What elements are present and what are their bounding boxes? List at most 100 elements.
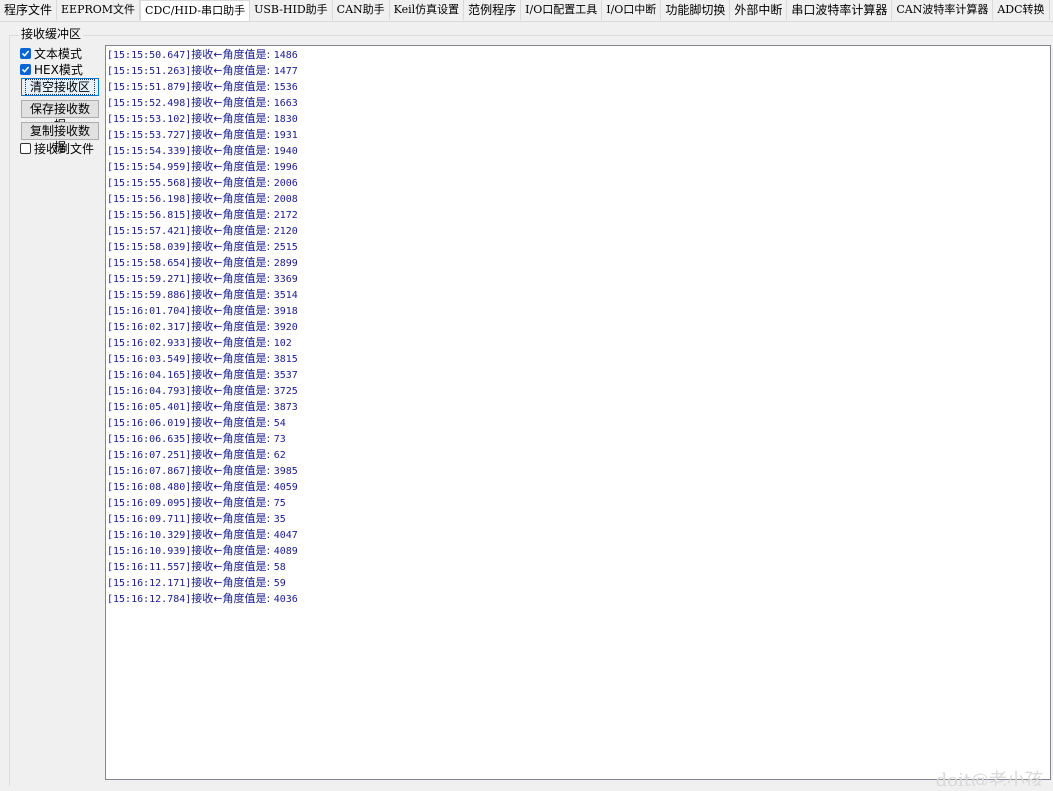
- log-timestamp: [15:16:06.019]: [107, 418, 192, 429]
- log-value: 3537: [273, 370, 298, 381]
- log-value: 62: [273, 450, 286, 461]
- log-value: 3815: [273, 354, 298, 365]
- log-line: [15:15:53.727]接收←角度值是: 1931: [107, 127, 1050, 143]
- tab-10[interactable]: 外部中断: [730, 0, 788, 20]
- log-prefix: 接收←角度值是:: [191, 96, 274, 109]
- tab-5[interactable]: Keil仿真设置: [390, 0, 465, 20]
- log-value: 4047: [273, 530, 298, 541]
- hex-mode-checkbox[interactable]: HEX模式: [20, 61, 83, 77]
- log-value: 2515: [273, 242, 298, 253]
- log-prefix: 接收←角度值是:: [191, 176, 274, 189]
- log-timestamp: [15:15:50.647]: [107, 50, 192, 61]
- log-line: [15:15:56.815]接收←角度值是: 2172: [107, 207, 1050, 223]
- log-prefix: 接收←角度值是:: [191, 128, 274, 141]
- log-prefix: 接收←角度值是:: [191, 240, 274, 253]
- log-prefix: 接收←角度值是:: [191, 208, 274, 221]
- log-timestamp: [15:15:56.198]: [107, 194, 192, 205]
- log-line: [15:15:58.039]接收←角度值是: 2515: [107, 239, 1050, 255]
- log-line: [15:16:06.635]接收←角度值是: 73: [107, 431, 1050, 447]
- log-line: [15:16:08.480]接收←角度值是: 4059: [107, 479, 1050, 495]
- log-prefix: 接收←角度值是:: [191, 192, 274, 205]
- log-timestamp: [15:15:56.815]: [107, 210, 192, 221]
- log-value: 73: [273, 434, 286, 445]
- log-prefix: 接收←角度值是:: [191, 560, 274, 573]
- copy-receive-button[interactable]: 复制接收数据: [21, 122, 99, 154]
- log-timestamp: [15:15:55.568]: [107, 178, 192, 189]
- log-value: 3369: [273, 274, 298, 285]
- log-timestamp: [15:16:12.171]: [107, 578, 192, 589]
- receive-to-file-checkbox[interactable]: 接收到文件: [20, 140, 94, 156]
- tab-3[interactable]: USB-HID助手: [250, 0, 333, 20]
- tab-0[interactable]: 程序文件: [0, 0, 58, 20]
- log-timestamp: [15:16:04.165]: [107, 370, 192, 381]
- log-line: [15:15:59.271]接收←角度值是: 3369: [107, 271, 1050, 287]
- text-mode-checkbox[interactable]: 文本模式: [20, 45, 82, 61]
- log-value: 3873: [273, 402, 298, 413]
- log-value: 2899: [273, 258, 298, 269]
- log-timestamp: [15:16:09.095]: [107, 498, 192, 509]
- log-value: 59: [273, 578, 286, 589]
- log-line: [15:16:04.793]接收←角度值是: 3725: [107, 383, 1050, 399]
- log-prefix: 接收←角度值是:: [191, 64, 274, 77]
- log-prefix: 接收←角度值是:: [191, 224, 274, 237]
- log-prefix: 接收←角度值是:: [191, 112, 274, 125]
- checkbox-checked-icon[interactable]: [20, 63, 31, 75]
- log-line: [15:16:01.704]接收←角度值是: 3918: [107, 303, 1050, 319]
- log-prefix: 接收←角度值是:: [191, 368, 274, 381]
- log-prefix: 接收←角度值是:: [191, 512, 274, 525]
- log-value: 4089: [273, 546, 298, 557]
- log-timestamp: [15:16:11.557]: [107, 562, 192, 573]
- tab-12[interactable]: CAN波特率计算器: [892, 0, 994, 20]
- log-prefix: 接收←角度值是:: [191, 448, 274, 461]
- log-line: [15:16:03.549]接收←角度值是: 3815: [107, 351, 1050, 367]
- clear-receive-label: 清空接收区: [25, 79, 96, 95]
- log-prefix: 接收←角度值是:: [191, 272, 274, 285]
- receive-text-area[interactable]: [15:15:50.647]接收←角度值是: 1486 [15:15:51.263…: [105, 45, 1051, 780]
- log-prefix: 接收←角度值是:: [191, 480, 274, 493]
- log-line: [15:15:54.959]接收←角度值是: 1996: [107, 159, 1050, 175]
- log-timestamp: [15:15:54.339]: [107, 146, 192, 157]
- log-line: [15:16:07.867]接收←角度值是: 3985: [107, 463, 1050, 479]
- bottom-edge: [0, 786, 1053, 791]
- log-prefix: 接收←角度值是:: [191, 400, 274, 413]
- tab-4[interactable]: CAN助手: [333, 0, 390, 20]
- log-timestamp: [15:16:03.549]: [107, 354, 192, 365]
- tab-7[interactable]: I/O口配置工具: [521, 0, 603, 20]
- log-timestamp: [15:15:58.039]: [107, 242, 192, 253]
- clear-receive-button[interactable]: 清空接收区: [21, 78, 99, 96]
- log-timestamp: [15:15:57.421]: [107, 226, 192, 237]
- tab-strip: 程序文件 EEPROM文件 CDC/HID-串口助手 USB-HID助手 CAN助手 Ke…: [0, 0, 1053, 22]
- log-line: [15:16:05.401]接收←角度值是: 3873: [107, 399, 1050, 415]
- log-prefix: 接收←角度值是:: [191, 416, 274, 429]
- log-prefix: 接收←角度值是:: [191, 256, 274, 269]
- checkbox-checked-icon[interactable]: [20, 47, 31, 59]
- tab-8[interactable]: I/O口中断: [602, 0, 662, 20]
- log-value: 1940: [273, 146, 298, 157]
- checkbox-unchecked-icon[interactable]: [20, 142, 31, 154]
- log-timestamp: [15:15:53.727]: [107, 130, 192, 141]
- log-line: [15:16:02.933]接收←角度值是: 102: [107, 335, 1050, 351]
- log-timestamp: [15:16:04.793]: [107, 386, 192, 397]
- tab-1[interactable]: EEPROM文件: [57, 0, 141, 20]
- log-value: 3514: [273, 290, 298, 301]
- tab-11[interactable]: 串口波特率计算器: [787, 0, 893, 20]
- log-timestamp: [15:16:07.251]: [107, 450, 192, 461]
- log-prefix: 接收←角度值是:: [191, 144, 274, 157]
- log-timestamp: [15:15:51.879]: [107, 82, 192, 93]
- log-timestamp: [15:15:53.102]: [107, 114, 192, 125]
- log-timestamp: [15:15:58.654]: [107, 258, 192, 269]
- log-line: [15:16:06.019]接收←角度值是: 54: [107, 415, 1050, 431]
- log-timestamp: [15:16:01.704]: [107, 306, 192, 317]
- tab-9[interactable]: 功能脚切换: [661, 0, 731, 20]
- receive-to-file-label: 接收到文件: [34, 141, 95, 156]
- log-value: 3725: [273, 386, 298, 397]
- save-receive-button[interactable]: 保存接收数据: [21, 100, 99, 132]
- log-value: 58: [273, 562, 286, 573]
- tab-6[interactable]: 范例程序: [464, 0, 522, 20]
- tab-2[interactable]: CDC/HID-串口助手: [140, 0, 251, 21]
- tab-13[interactable]: ADC转换: [993, 0, 1050, 20]
- log-line: [15:16:02.317]接收←角度值是: 3920: [107, 319, 1050, 335]
- log-line: [15:16:09.711]接收←角度值是: 35: [107, 511, 1050, 527]
- log-prefix: 接收←角度值是:: [191, 304, 274, 317]
- log-line: [15:16:09.095]接收←角度值是: 75: [107, 495, 1050, 511]
